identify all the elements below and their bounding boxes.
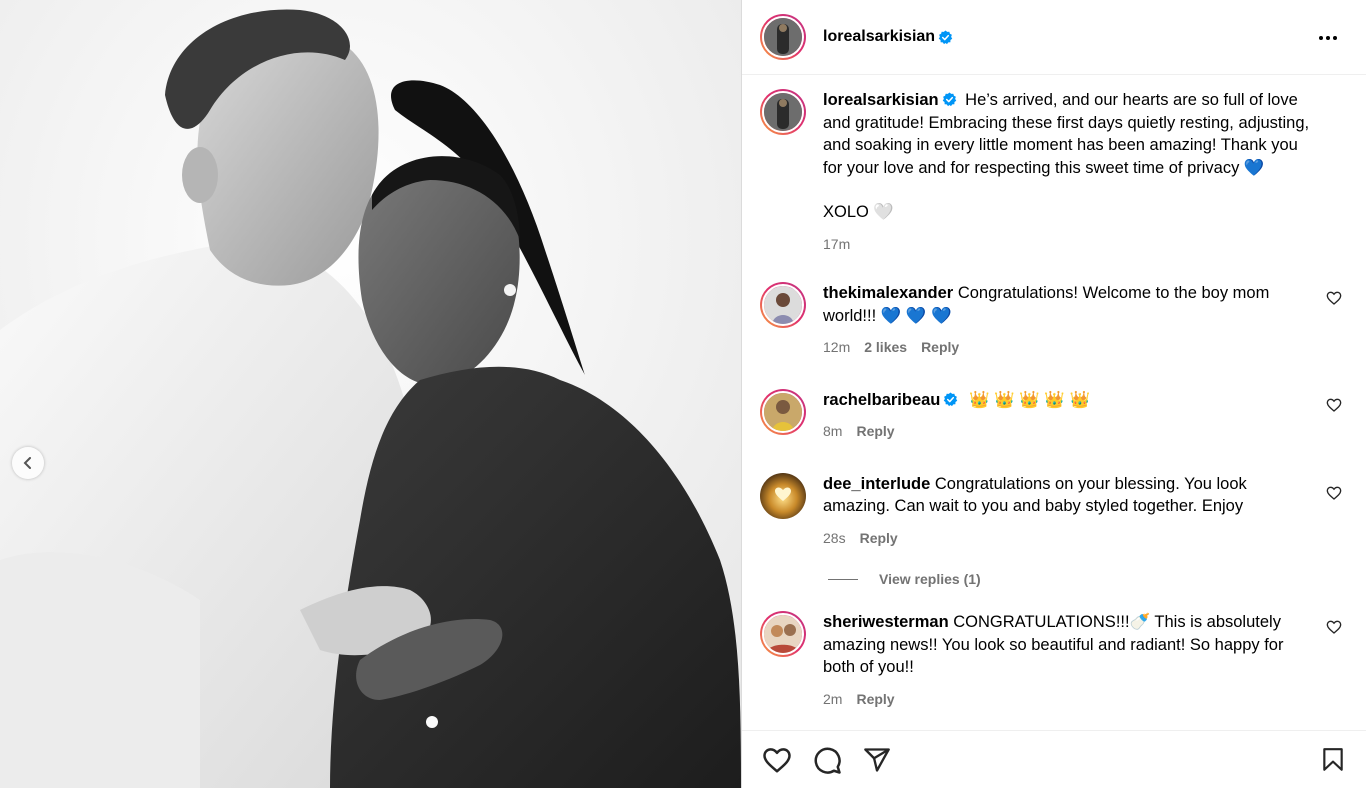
commenter-username[interactable]: thekimalexander bbox=[823, 284, 953, 302]
post-header: lorealsarkisian bbox=[742, 0, 1366, 75]
bookmark-icon bbox=[1323, 748, 1343, 771]
comment-timestamp[interactable]: 8m bbox=[823, 420, 842, 443]
commenter-avatar[interactable] bbox=[760, 472, 806, 519]
reply-button[interactable]: Reply bbox=[856, 688, 894, 711]
reply-button[interactable]: Reply bbox=[860, 527, 898, 550]
heart-icon bbox=[763, 747, 791, 772]
like-comment-heart-icon[interactable] bbox=[1326, 290, 1342, 306]
post-side-panel: lorealsarkisian lorealsarkisian He’s arr… bbox=[741, 0, 1366, 788]
like-comment-heart-icon[interactable] bbox=[1326, 397, 1342, 413]
comments-list[interactable]: lorealsarkisian He’s arrived, and our he… bbox=[742, 75, 1366, 730]
caption-signoff: XOLO 🤍 bbox=[823, 203, 894, 221]
commenter-username[interactable]: rachelbaribeau bbox=[823, 391, 940, 409]
replies-divider-line bbox=[828, 578, 858, 580]
verified-badge-icon bbox=[942, 92, 956, 107]
send-icon bbox=[864, 747, 890, 772]
previous-image-button[interactable] bbox=[12, 447, 44, 479]
post-caption: lorealsarkisian He’s arrived, and our he… bbox=[760, 89, 1348, 255]
save-button[interactable] bbox=[1318, 745, 1348, 775]
verified-badge-icon bbox=[944, 391, 958, 406]
like-comment-heart-icon[interactable] bbox=[1326, 485, 1342, 501]
comment-icon bbox=[814, 747, 841, 774]
comment-text: 👑 👑 👑 👑 👑 bbox=[968, 390, 1091, 409]
author-username[interactable]: lorealsarkisian bbox=[823, 28, 935, 46]
view-replies-label: View replies (1) bbox=[879, 571, 981, 587]
more-options-button[interactable] bbox=[1316, 26, 1340, 50]
caption-timestamp[interactable]: 17m bbox=[823, 233, 850, 256]
comment-item: sheriwesterman CONGRATULATIONS!!!🍼 This … bbox=[760, 611, 1348, 710]
like-button[interactable] bbox=[762, 745, 792, 775]
comment-timestamp[interactable]: 28s bbox=[823, 527, 846, 550]
comment-likes[interactable]: 2 likes bbox=[864, 336, 907, 359]
author-avatar[interactable] bbox=[760, 14, 806, 60]
more-options-icon bbox=[1319, 36, 1337, 40]
comment-item: dee_interlude Congratulations on your bl… bbox=[760, 472, 1348, 550]
commenter-avatar[interactable] bbox=[760, 388, 806, 435]
instagram-post-view: lorealsarkisian lorealsarkisian He’s arr… bbox=[0, 0, 1366, 788]
like-comment-heart-icon[interactable] bbox=[1326, 619, 1342, 635]
verified-badge-icon bbox=[938, 29, 953, 44]
post-media bbox=[0, 0, 741, 788]
reply-button[interactable]: Reply bbox=[856, 420, 894, 443]
comment-timestamp[interactable]: 2m bbox=[823, 688, 842, 711]
caption-author-avatar[interactable] bbox=[760, 89, 806, 135]
comment-item: rachelbaribeau 👑 👑 👑 👑 👑 8m Reply bbox=[760, 388, 1348, 443]
share-button[interactable] bbox=[862, 745, 892, 775]
reply-button[interactable]: Reply bbox=[921, 336, 959, 359]
comment-item: thekimalexander Congratulations! Welcome… bbox=[760, 282, 1348, 359]
caption-author-username[interactable]: lorealsarkisian bbox=[823, 91, 939, 109]
commenter-username[interactable]: dee_interlude bbox=[823, 475, 930, 493]
post-photo bbox=[0, 0, 741, 788]
post-action-bar bbox=[742, 730, 1366, 788]
commenter-username[interactable]: sheriwesterman bbox=[823, 613, 949, 631]
view-replies-button[interactable]: View replies (1) bbox=[828, 571, 1348, 587]
commenter-avatar[interactable] bbox=[760, 611, 806, 657]
commenter-avatar[interactable] bbox=[760, 282, 806, 328]
comment-button[interactable] bbox=[812, 745, 842, 775]
chevron-left-icon bbox=[23, 457, 31, 469]
comment-timestamp[interactable]: 12m bbox=[823, 336, 850, 359]
